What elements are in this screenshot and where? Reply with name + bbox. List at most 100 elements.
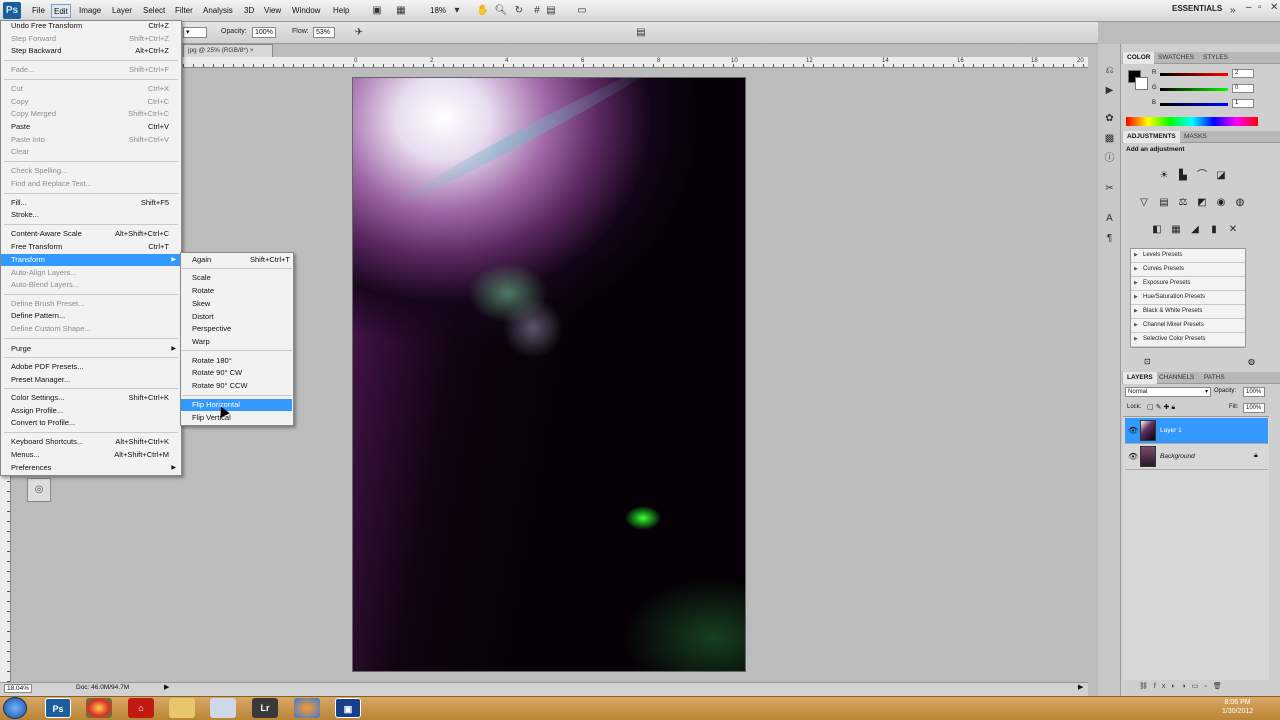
menu-analysis[interactable]: Analysis — [201, 4, 235, 18]
hand-tool-icon[interactable]: ✋ — [476, 4, 490, 17]
menu-item-color-settings[interactable]: Color Settings... Shift+Ctrl+K — [11, 392, 179, 404]
invert-icon[interactable]: ◧ — [1150, 223, 1164, 237]
clip-to-layer-icon[interactable]: ⊡ — [1144, 357, 1151, 366]
menu-layer[interactable]: Layer — [110, 4, 134, 18]
tools-icon[interactable]: ✂ — [1103, 182, 1116, 195]
blue-value-input[interactable]: 1 — [1232, 99, 1254, 108]
document-tab[interactable]: jpg @ 25% (RGB/8*) × — [183, 44, 273, 57]
submenu-item-rotate[interactable]: Rotate — [192, 285, 290, 297]
submenu-item-skew[interactable]: Skew — [192, 298, 290, 310]
menu-item-preferences[interactable]: Preferences ▶ — [11, 462, 179, 474]
exposure-presets[interactable]: Exposure Presets — [1131, 277, 1245, 291]
selective-color-icon[interactable]: ✕ — [1226, 223, 1240, 237]
layer-name[interactable]: Layer 1 — [1160, 427, 1182, 434]
clone-source-icon[interactable]: ▩ — [1103, 132, 1116, 145]
mini-bridge-icon[interactable]: ▦ — [394, 4, 408, 17]
tab-adjustments[interactable]: ADJUSTMENTS — [1123, 131, 1180, 143]
taskbar-media-player-icon[interactable] — [294, 698, 320, 718]
taskbar-photoshop[interactable]: Ps — [45, 698, 71, 718]
blue-slider[interactable] — [1160, 103, 1228, 106]
taskbar-lightroom[interactable]: Lr — [252, 698, 278, 718]
vibrance-icon[interactable]: ▽ — [1137, 196, 1151, 210]
taskbar-folder-icon[interactable] — [169, 698, 195, 718]
tab-channels[interactable]: CHANNELS — [1155, 372, 1198, 384]
submenu-item-rotate-90-cw[interactable]: Rotate 90° CW — [192, 367, 290, 379]
color-balance-icon[interactable]: ⚖ — [1176, 196, 1190, 210]
submenu-item-rotate-180[interactable]: Rotate 180° — [192, 355, 290, 367]
eye-icon[interactable]: 👁︎ — [1128, 426, 1138, 435]
gradient-map-icon[interactable]: ▮ — [1207, 223, 1221, 237]
submenu-item-again[interactable]: Again Shift+Ctrl+T — [192, 254, 290, 266]
opacity-input[interactable]: 100% — [252, 27, 276, 38]
zoom-readout[interactable]: 18.04% — [4, 684, 33, 693]
menu-item-paste[interactable]: Paste Ctrl+V — [11, 121, 179, 133]
blend-mode-select[interactable]: Normal ▾ — [1125, 387, 1211, 397]
taskbar-app-icon[interactable]: ▣ — [335, 698, 361, 718]
menu-edit[interactable]: Edit — [51, 4, 71, 18]
workspace-switcher[interactable]: ESSENTIALS — [1172, 4, 1222, 13]
adjustment-options-icon[interactable]: ◍ — [1248, 357, 1255, 366]
flow-input[interactable]: 53% — [313, 27, 335, 38]
layer-name[interactable]: Background — [1160, 453, 1195, 460]
layer-row-background[interactable]: 👁︎ Background 🔒︎ — [1125, 444, 1268, 470]
menu-select[interactable]: Select — [141, 4, 167, 18]
arrange-documents-icon[interactable]: ▤ — [544, 4, 558, 17]
layer-opacity-input[interactable]: 100% — [1243, 387, 1265, 397]
start-button[interactable] — [3, 697, 27, 719]
document-canvas[interactable] — [352, 77, 746, 672]
submenu-item-rotate-90-ccw[interactable]: Rotate 90° CCW — [192, 380, 290, 392]
chevron-down-icon[interactable]: ▾ — [450, 4, 464, 17]
character-icon[interactable]: A — [1103, 212, 1116, 225]
menu-item-preset-manager[interactable]: Preset Manager... — [11, 374, 179, 386]
menu-file[interactable]: File — [30, 4, 47, 18]
bridge-icon[interactable]: ▣ — [370, 4, 384, 17]
tab-masks[interactable]: MASKS — [1180, 131, 1211, 143]
submenu-item-flip-horizontal[interactable]: Flip Horizontal — [192, 399, 290, 411]
brush-panel-icon[interactable]: ✿ — [1103, 112, 1116, 125]
airbrush-icon[interactable]: ✈ — [352, 26, 366, 39]
menu-item-transform[interactable]: Transform ▶ — [11, 254, 179, 266]
close-icon[interactable]: ✕ — [1270, 2, 1280, 14]
tool-preset-select[interactable]: ▾ — [183, 27, 207, 38]
submenu-item-warp[interactable]: Warp — [192, 336, 290, 348]
paragraph-icon[interactable]: ¶ — [1103, 232, 1116, 245]
menu-item-pdf-presets[interactable]: Adobe PDF Presets... — [11, 361, 179, 373]
history-icon[interactable]: ⎌ — [1103, 64, 1116, 77]
photoshop-logo[interactable]: Ps — [3, 2, 21, 19]
menu-filter[interactable]: Filter — [173, 4, 195, 18]
threshold-icon[interactable]: ◢ — [1188, 223, 1202, 237]
black-white-presets[interactable]: Black & White Presets — [1131, 305, 1245, 319]
minimize-icon[interactable]: – — [1246, 2, 1256, 14]
system-clock[interactable]: 8:06 PM 1/30/2012 — [1222, 698, 1253, 716]
menu-item-convert-profile[interactable]: Convert to Profile... — [11, 417, 179, 429]
selective-color-presets[interactable]: Selective Color Presets — [1131, 333, 1245, 347]
taskbar-notepad-icon[interactable] — [210, 698, 236, 718]
menu-item-stroke[interactable]: Stroke... — [11, 209, 179, 221]
exposure-icon[interactable]: ◪ — [1214, 169, 1228, 183]
menu-help[interactable]: Help — [331, 4, 351, 18]
screen-mode-icon[interactable]: ▭ — [575, 4, 589, 17]
menu-item-purge[interactable]: Purge ▶ — [11, 343, 179, 355]
submenu-item-perspective[interactable]: Perspective — [192, 323, 290, 335]
eye-icon[interactable]: 👁︎ — [1128, 452, 1138, 461]
scroll-right-icon[interactable]: ▶ — [1078, 683, 1083, 691]
submenu-item-distort[interactable]: Distort — [192, 311, 290, 323]
menu-item-menus[interactable]: Menus... Alt+Shift+Ctrl+M — [11, 449, 179, 461]
submenu-item-flip-vertical[interactable]: Flip Vertical — [192, 412, 290, 424]
close-icon[interactable]: × — [250, 47, 254, 54]
tab-styles[interactable]: STYLES — [1199, 52, 1232, 64]
green-value-input[interactable]: 0 — [1232, 84, 1254, 93]
zoom-tool-icon[interactable]: 🔍︎ — [494, 4, 508, 17]
photo-filter-icon[interactable]: ◉ — [1214, 196, 1228, 210]
taskbar-chrome-icon[interactable] — [86, 698, 112, 718]
lock-icons[interactable]: ▢✎✚🔒︎ — [1147, 403, 1177, 412]
channel-mixer-icon[interactable]: ◍ — [1233, 196, 1247, 210]
color-spectrum-ramp[interactable] — [1126, 117, 1258, 126]
channel-mixer-presets[interactable]: Channel Mixer Presets — [1131, 319, 1245, 333]
menu-item-step-backward[interactable]: Step Backward Alt+Ctrl+Z — [11, 45, 179, 57]
menu-view[interactable]: View — [262, 4, 283, 18]
menu-item-content-aware-scale[interactable]: Content-Aware Scale Alt+Shift+Ctrl+C — [11, 228, 179, 240]
rotate-view-icon[interactable]: ↻ — [512, 4, 526, 17]
actions-icon[interactable]: ▶ — [1103, 84, 1116, 97]
menu-item-assign-profile[interactable]: Assign Profile... — [11, 405, 179, 417]
